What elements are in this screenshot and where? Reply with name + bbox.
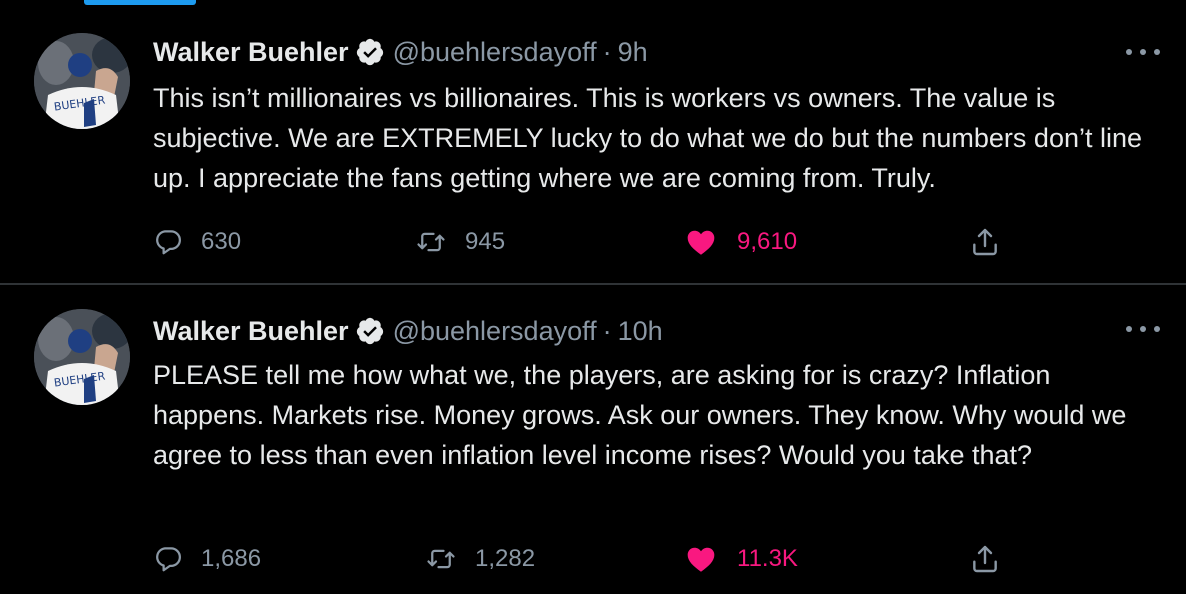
tweet-text: PLEASE tell me how what we, the players,… [153,360,1127,470]
tweet-timestamp[interactable]: 9h [618,37,648,68]
tweet[interactable]: BUEHLER Walker Buehler @buehlersdayoff ·… [0,285,1186,594]
tweet-text: This isn’t millionaires vs billionaires.… [153,83,1143,193]
reply-count: 630 [201,228,242,255]
reply-count: 1,686 [201,545,262,572]
like-count: 11.3K [737,545,798,572]
tweet-actions: 1,686 1,282 11.3K [153,539,1013,579]
verified-badge-icon [356,317,383,345]
author-handle[interactable]: @buehlersdayoff [393,316,597,347]
retweet-arrows-icon [427,549,455,569]
separator-dot: · [602,315,612,346]
heart-filled-icon [687,230,715,255]
share-upload-icon [973,228,997,256]
avatar[interactable]: BUEHLER [34,309,130,405]
author-name[interactable]: Walker Buehler [153,37,349,68]
separator-dot: · [602,36,612,67]
retweet-count: 945 [465,228,506,255]
like-count: 9,610 [737,228,798,255]
tweet[interactable]: BUEHLER Walker Buehler @buehlersdayoff ·… [0,0,1186,285]
avatar[interactable]: BUEHLER [34,33,130,129]
share-button[interactable] [969,222,1001,262]
retweet-count: 1,282 [475,545,536,572]
tweet-header: Walker Buehler @buehlersdayoff · 10h [153,313,663,349]
reply-button[interactable]: 630 [153,222,241,262]
like-button[interactable]: 9,610 [683,222,797,262]
verified-badge-icon [356,38,383,66]
heart-filled-icon [687,547,715,572]
reply-button[interactable]: 1,686 [153,539,261,579]
author-handle[interactable]: @buehlersdayoff [393,37,597,68]
tweet-timestamp[interactable]: 10h [618,316,663,347]
more-horizontal-icon[interactable] [1126,319,1160,339]
share-button[interactable] [969,539,1001,579]
more-horizontal-icon[interactable] [1126,42,1160,62]
like-button[interactable]: 11.3K [683,539,798,579]
retweet-arrows-icon [417,232,445,252]
speech-bubble-icon [156,547,181,572]
author-name[interactable]: Walker Buehler [153,316,349,347]
share-upload-icon [973,545,997,573]
speech-bubble-icon [156,230,181,255]
retweet-button[interactable]: 945 [415,222,505,262]
tweet-actions: 630 945 9,610 [153,222,1013,262]
tweet-header: Walker Buehler @buehlersdayoff · 9h [153,34,648,70]
retweet-button[interactable]: 1,282 [425,539,535,579]
